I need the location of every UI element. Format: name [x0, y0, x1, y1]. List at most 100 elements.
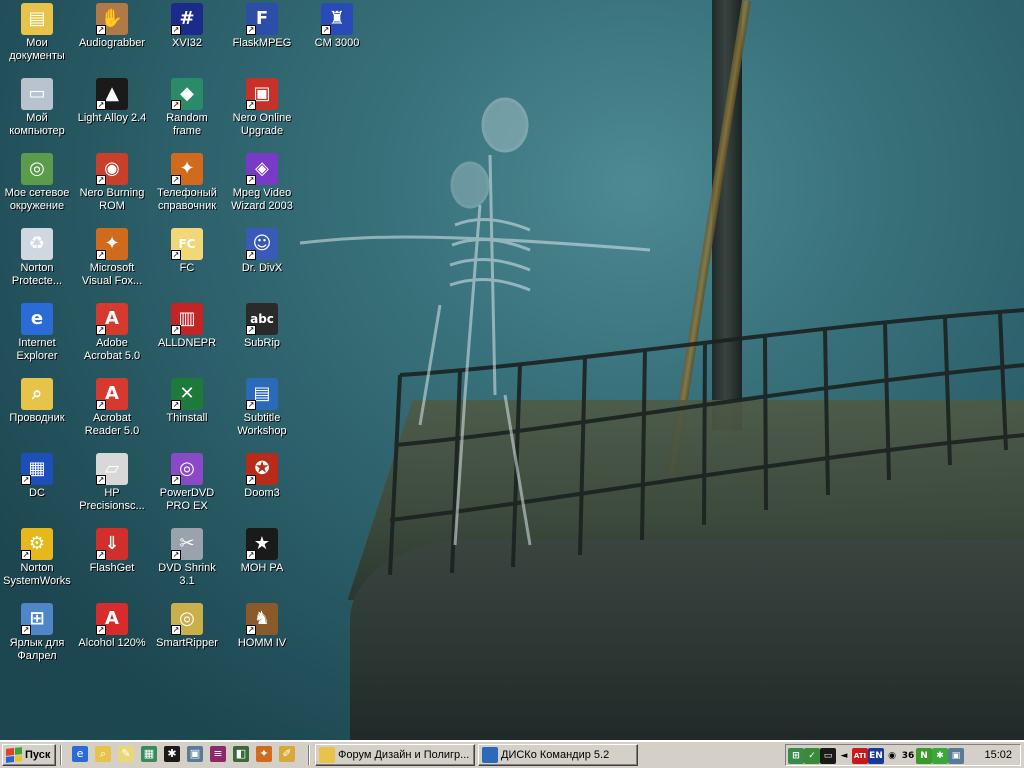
adobe-acrobat-icon: A ↗	[96, 303, 128, 335]
desktop-icon-hp-scanner[interactable]: ▱ ↗ HP Precisionsc...	[75, 453, 149, 513]
desktop[interactable]: ▤ Мои документы ▭ Мой компьютер ◎ Мое сетевое…	[0, 0, 1024, 740]
tray-nvidia-icon[interactable]: N	[916, 748, 932, 764]
recycle-bin-icon: ♻	[21, 228, 53, 260]
desktop-icon-acrobat-reader[interactable]: A ↗ Acrobat Reader 5.0	[75, 378, 149, 438]
shortcut-arrow-icon: ↗	[171, 475, 181, 485]
media-quicklaunch-icon[interactable]: ▣	[187, 746, 203, 762]
tray-temperature-icon[interactable]: 36	[900, 748, 916, 764]
tray-network-icon[interactable]: ⊞	[788, 748, 804, 764]
winrar-quicklaunch-icon[interactable]: ≡	[210, 746, 226, 762]
tray-ati-icon[interactable]: ATI	[852, 748, 868, 764]
game-quicklaunch-icon[interactable]: ✱	[164, 746, 180, 762]
desktop-icon-nero-online-upgrade[interactable]: ▣ ↗ Nero Online Upgrade	[225, 78, 299, 138]
tray-language-icon[interactable]: EN	[868, 748, 884, 764]
desktop-icon-dr-divx[interactable]: ☺ ↗ Dr. DivX	[225, 228, 299, 275]
network-places-icon: ◎	[21, 153, 53, 185]
desktop-icon-label: Мои документы	[9, 37, 65, 62]
alcohol-120-icon: A ↗	[96, 603, 128, 635]
desktop-icon-moh-pa[interactable]: ★ ↗ MOH PA	[225, 528, 299, 575]
audiograbber-icon: ✋ ↗	[96, 3, 128, 35]
desktop-icon-label: XVI32	[172, 37, 202, 49]
shortcut-arrow-icon: ↗	[96, 250, 106, 260]
desktop-icon-smartripper[interactable]: ◎ ↗ SmartRipper	[150, 603, 224, 650]
desktop-icon-label: SmartRipper	[156, 637, 218, 649]
shortcut-arrow-icon: ↗	[21, 550, 31, 560]
shortcut-arrow-icon: ↗	[171, 25, 181, 35]
doom3-icon: ✪ ↗	[246, 453, 278, 485]
desktop-icon-internet-explorer[interactable]: e Internet Explorer	[0, 303, 74, 363]
desktop-icon-dc[interactable]: ▦ ↗ DC	[0, 453, 74, 500]
desktop-icon-subtitle-workshop[interactable]: ▤ ↗ Subtitle Workshop	[225, 378, 299, 438]
start-button[interactable]: Пуск	[2, 744, 56, 766]
desktop-icon-xvi32[interactable]: # ↗ XVI32	[150, 3, 224, 50]
desktop-icon-subrip[interactable]: abc ↗ SubRip	[225, 303, 299, 350]
desktop-icon-label: Internet Explorer	[16, 337, 58, 362]
desktop-icon-doom3[interactable]: ✪ ↗ Doom3	[225, 453, 299, 500]
wallpaper-skeleton	[299, 97, 651, 546]
task-button-disco-commander[interactable]: ДИСКо Командир 5.2	[478, 744, 638, 766]
flashget-icon: ⇓ ↗	[96, 528, 128, 560]
tray-utility-icon[interactable]: ✱	[932, 748, 948, 764]
desktop-icon-folder-documents[interactable]: ▤ Мои документы	[0, 3, 74, 63]
random-frame-icon: ◆ ↗	[171, 78, 203, 110]
tray-media-icon[interactable]: ◉	[884, 748, 900, 764]
desktop-icon-recycle-bin[interactable]: ♻ Norton Protecte...	[0, 228, 74, 288]
desktop-icon-visual-foxpro[interactable]: ✦ ↗ Microsoft Visual Fox...	[75, 228, 149, 288]
desktop-icon-label: Мой компьютер	[9, 112, 65, 137]
desktop-icon-label: Thinstall	[166, 412, 208, 424]
desktop-icon-computer[interactable]: ▭ Мой компьютер	[0, 78, 74, 138]
notepad-quicklaunch-icon[interactable]: ✎	[118, 746, 134, 762]
tray-monitor-icon[interactable]: ▭	[820, 748, 836, 764]
desktop-icon-alcohol-120[interactable]: A ↗ Alcohol 120%	[75, 603, 149, 650]
desktop-icon-audiograbber[interactable]: ✋ ↗ Audiograbber	[75, 3, 149, 50]
desktop-icon-fc[interactable]: FC ↗ FC	[150, 228, 224, 275]
desktop-icon-alldnepr[interactable]: ▥ ↗ ALLDNEPR	[150, 303, 224, 350]
desktop-icon-cm3000[interactable]: ♜ ↗ CM 3000	[300, 3, 374, 50]
taskbar: Пуск e ⌕ ✎ ▦ ✱ ▣ ≡ ◧ ✦ ✐ Форум Дизайн и Полигр...…	[0, 740, 1024, 768]
fox-quicklaunch-icon[interactable]: ✦	[256, 746, 272, 762]
clock[interactable]: 15:02	[984, 749, 1012, 761]
desktop-icon-light-alloy[interactable]: ▲ ↗ Light Alloy 2.4	[75, 78, 149, 125]
explorer-search-icon: ⌕	[21, 378, 53, 410]
shortcut-arrow-icon: ↗	[96, 475, 106, 485]
desktop-icon-random-frame[interactable]: ◆ ↗ Random frame	[150, 78, 224, 138]
moh-pa-icon: ★ ↗	[246, 528, 278, 560]
powerdvd-icon: ◎ ↗	[171, 453, 203, 485]
shortcut-arrow-icon: ↗	[96, 625, 106, 635]
shortcut-arrow-icon: ↗	[246, 325, 256, 335]
desktop-icon-network-places[interactable]: ◎ Мое сетевое окружение	[0, 153, 74, 213]
desktop-icon-flaskmpeg[interactable]: F ↗ FlaskMPEG	[225, 3, 299, 50]
shortcut-arrow-icon: ↗	[21, 625, 31, 635]
desktop-icon-label: Ярлык для Фалрел	[9, 637, 65, 662]
desktop-icon-label: Проводник	[9, 412, 65, 424]
desktop-icon-adobe-acrobat[interactable]: A ↗ Adobe Acrobat 5.0	[75, 303, 149, 363]
desktop-icon-dvd-shrink[interactable]: ✂ ↗ DVD Shrink 3.1	[150, 528, 224, 588]
tray-antivirus-icon[interactable]: ✓	[804, 748, 820, 764]
desktop-icon-explorer-search[interactable]: ⌕ Проводник	[0, 378, 74, 425]
desktop-icon-homm-iv[interactable]: ♞ ↗ HOMM IV	[225, 603, 299, 650]
desktop-icon-network-shortcut[interactable]: ⊞ ↗ Ярлык для Фалрел	[0, 603, 74, 663]
calculator-quicklaunch-icon[interactable]: ▦	[141, 746, 157, 762]
shortcut-arrow-icon: ↗	[171, 625, 181, 635]
tray-computer-icon[interactable]: ▣	[948, 748, 964, 764]
desktop-icon-thinstall[interactable]: ✕ ↗ Thinstall	[150, 378, 224, 425]
desktop-icon-flashget[interactable]: ⇓ ↗ FlashGet	[75, 528, 149, 575]
shortcut-arrow-icon: ↗	[246, 250, 256, 260]
tray-volume-icon[interactable]: ◄	[836, 748, 852, 764]
shortcut-arrow-icon: ↗	[171, 100, 181, 110]
shortcut-arrow-icon: ↗	[171, 325, 181, 335]
hp-scanner-icon: ▱ ↗	[96, 453, 128, 485]
desktop-icon-norton-systemworks[interactable]: ⚙ ↗ Norton SystemWorks	[0, 528, 74, 588]
desktop-icon-phonebook[interactable]: ✦ ↗ Телефоный справочник	[150, 153, 224, 213]
desktop-icon-label: FC	[179, 262, 195, 274]
task-button-forum-window[interactable]: Форум Дизайн и Полигр...	[315, 744, 475, 766]
desktop-icon-nero-burning-rom[interactable]: ◉ ↗ Nero Burning ROM	[75, 153, 149, 213]
desktop-icon-powerdvd[interactable]: ◎ ↗ PowerDVD PRO EX	[150, 453, 224, 513]
explorer-quicklaunch-icon[interactable]: ⌕	[95, 746, 111, 762]
ie-quicklaunch-icon[interactable]: e	[72, 746, 88, 762]
nero-online-upgrade-icon: ▣ ↗	[246, 78, 278, 110]
desktop-icon-label: ALLDNEPR	[157, 337, 217, 349]
desktop-icon-mpeg-video-wizard[interactable]: ◈ ↗ Mpeg Video Wizard 2003	[225, 153, 299, 213]
book-quicklaunch-icon[interactable]: ◧	[233, 746, 249, 762]
pen-quicklaunch-icon[interactable]: ✐	[279, 746, 295, 762]
